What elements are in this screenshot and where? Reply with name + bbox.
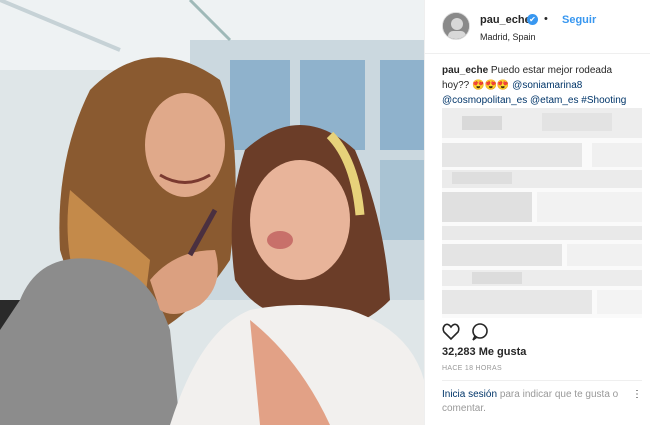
mention-cosmopolitan[interactable]: @cosmopolitan_es xyxy=(442,95,527,106)
mention-soniamarina8[interactable]: @soniamarina8 xyxy=(512,80,582,91)
selfie-image xyxy=(0,0,424,425)
mention-etam[interactable]: @etam_es xyxy=(530,95,579,106)
separator-dot: • xyxy=(544,13,548,25)
follow-button[interactable]: Seguir xyxy=(562,14,596,26)
post-header: pau_eche ✔ • Seguir Madrid, Spain xyxy=(425,0,650,54)
avatar[interactable] xyxy=(442,12,470,40)
post-timestamp[interactable]: HACE 18 HORAS xyxy=(442,365,502,372)
post-sidebar: pau_eche ✔ • Seguir Madrid, Spain pau_ec… xyxy=(424,0,650,425)
hashtag-shooting[interactable]: #Shooting xyxy=(581,95,626,106)
likes-count[interactable]: 32,283 Me gusta xyxy=(442,346,526,358)
pixelated-comments xyxy=(442,108,642,318)
blurred-comments xyxy=(442,108,642,318)
profile-picture xyxy=(443,13,469,39)
login-link[interactable]: Inicia sesión xyxy=(442,389,497,400)
post-caption: pau_eche Puedo estar mejor rodeada hoy??… xyxy=(442,63,642,108)
divider xyxy=(442,380,642,381)
username[interactable]: pau_eche xyxy=(480,14,531,26)
comment-icon[interactable] xyxy=(472,323,488,341)
more-options-icon[interactable]: ⋮ xyxy=(632,388,642,402)
verified-badge-icon: ✔ xyxy=(527,14,538,25)
post-photo[interactable] xyxy=(0,0,424,425)
caption-username[interactable]: pau_eche xyxy=(442,65,488,76)
location-link[interactable]: Madrid, Spain xyxy=(480,32,536,42)
instagram-post: pau_eche ✔ • Seguir Madrid, Spain pau_ec… xyxy=(0,0,650,425)
login-prompt: Inicia sesión para indicar que te gusta … xyxy=(442,388,642,416)
action-icons xyxy=(442,323,488,341)
heart-icon[interactable] xyxy=(442,323,460,341)
action-bar xyxy=(442,322,502,342)
